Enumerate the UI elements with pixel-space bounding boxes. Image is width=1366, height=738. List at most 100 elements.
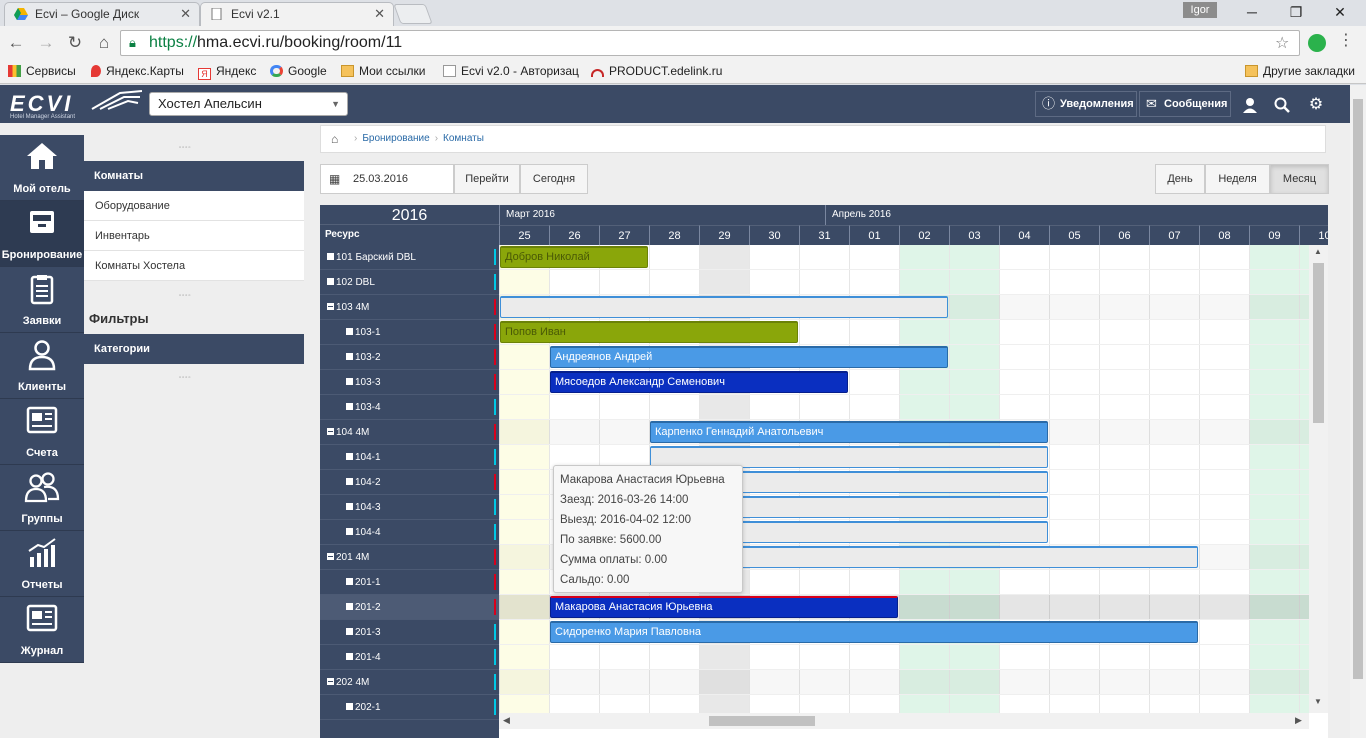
resource-row[interactable]: 103 4М bbox=[320, 295, 499, 320]
checkbox-icon[interactable] bbox=[346, 628, 353, 635]
booking-event[interactable]: Попов Иван bbox=[500, 321, 798, 343]
breadcrumb-rooms[interactable]: Комнаты bbox=[443, 133, 484, 144]
bookmark-other[interactable]: Другие закладки bbox=[1245, 60, 1355, 82]
horizontal-scrollbar-thumb[interactable] bbox=[709, 716, 815, 726]
collapse-icon[interactable] bbox=[327, 553, 334, 560]
checkbox-icon[interactable] bbox=[346, 453, 353, 460]
resource-row[interactable]: 104-1 bbox=[320, 445, 499, 470]
checkbox-icon[interactable] bbox=[346, 378, 353, 385]
user-icon[interactable] bbox=[1239, 94, 1261, 116]
month-view-button[interactable]: Месяц bbox=[1270, 164, 1329, 194]
forward-icon[interactable]: → bbox=[34, 32, 58, 54]
hotel-select[interactable]: Хостел Апельсин ▼ bbox=[149, 92, 348, 116]
resource-row[interactable]: 101 Барский DBL bbox=[320, 245, 499, 270]
checkbox-icon[interactable] bbox=[327, 278, 334, 285]
resource-row[interactable]: 201-3 bbox=[320, 620, 499, 645]
nav-booking[interactable]: Бронирование bbox=[0, 201, 84, 267]
scroll-right-icon[interactable]: ▶ bbox=[1295, 715, 1302, 726]
scroll-up-icon[interactable]: ▲ bbox=[1314, 247, 1322, 256]
drag-handle[interactable]: ▫▫▫▫ bbox=[179, 375, 209, 381]
resource-row[interactable]: 104 4М bbox=[320, 420, 499, 445]
sidebar-rooms-header[interactable]: Комнаты bbox=[84, 161, 304, 191]
address-bar[interactable]: 🔒︎ https://hma.ecvi.ru/booking/room/11 ☆ bbox=[120, 30, 1300, 56]
resource-row[interactable]: 201-1 bbox=[320, 570, 499, 595]
checkbox-icon[interactable] bbox=[346, 403, 353, 410]
checkbox-icon[interactable] bbox=[346, 353, 353, 360]
checkbox-icon[interactable] bbox=[346, 528, 353, 535]
week-view-button[interactable]: Неделя bbox=[1205, 164, 1270, 194]
checkbox-icon[interactable] bbox=[346, 703, 353, 710]
nav-invoices[interactable]: Счета bbox=[0, 399, 84, 465]
vertical-scrollbar-thumb[interactable] bbox=[1313, 263, 1324, 423]
profile-badge[interactable]: Igor bbox=[1183, 2, 1217, 18]
nav-my-hotel[interactable]: Мой отель bbox=[0, 135, 84, 201]
collapse-icon[interactable] bbox=[327, 428, 334, 435]
bookmark-my-links[interactable]: Мои ссылки bbox=[341, 60, 425, 82]
notifications-button[interactable]: ⓘ Уведомления bbox=[1035, 91, 1137, 117]
collapse-icon[interactable] bbox=[327, 678, 334, 685]
breadcrumb-booking[interactable]: Бронирование bbox=[362, 133, 429, 144]
sidebar-item-hostel-rooms[interactable]: Комнаты Хостела bbox=[84, 251, 304, 281]
star-icon[interactable]: ☆ bbox=[1275, 33, 1289, 53]
resource-row[interactable]: 103-2 bbox=[320, 345, 499, 370]
checkbox-icon[interactable] bbox=[346, 603, 353, 610]
scroll-down-icon[interactable]: ▼ bbox=[1314, 697, 1322, 706]
booking-event[interactable]: Сидоренко Мария Павловна bbox=[550, 621, 1198, 643]
resource-row[interactable]: 104-3 bbox=[320, 495, 499, 520]
menu-icon[interactable]: ⋮ bbox=[1338, 30, 1354, 50]
resource-row[interactable]: 103-4 bbox=[320, 395, 499, 420]
resource-row[interactable]: 201-2 bbox=[320, 595, 499, 620]
bookmark-ecvi-v2[interactable]: Ecvi v2.0 - Авторизац bbox=[443, 60, 579, 82]
checkbox-icon[interactable] bbox=[346, 328, 353, 335]
messages-button[interactable]: ✉ Сообщения bbox=[1139, 91, 1231, 117]
booking-event[interactable]: Макарова Анастасия Юрьевна bbox=[550, 596, 898, 618]
nav-requests[interactable]: Заявки bbox=[0, 267, 84, 333]
checkbox-icon[interactable] bbox=[346, 578, 353, 585]
gear-icon[interactable]: ⚙ bbox=[1305, 94, 1327, 116]
search-icon[interactable] bbox=[1271, 94, 1293, 116]
bookmark-yandex[interactable]: Я Яндекс bbox=[198, 60, 256, 82]
home-browser-icon[interactable]: ⌂ bbox=[92, 32, 116, 54]
day-view-button[interactable]: День bbox=[1155, 164, 1205, 194]
ecvi-logo[interactable]: ECVI Hotel Manager Assistant bbox=[10, 90, 142, 120]
bookmark-product-edelink[interactable]: PRODUCT.edelink.ru bbox=[591, 60, 722, 82]
booking-event[interactable]: Карпенко Геннадий Анатольевич bbox=[650, 421, 1048, 443]
new-tab-button[interactable] bbox=[393, 4, 433, 24]
extension-icon[interactable] bbox=[1308, 34, 1326, 52]
bookmark-google[interactable]: Google bbox=[270, 60, 327, 82]
sidebar-item-inventory[interactable]: Инвентарь bbox=[84, 221, 304, 251]
page-scrollbar-thumb[interactable] bbox=[1353, 99, 1363, 679]
resource-row[interactable]: 202-1 bbox=[320, 695, 499, 720]
bookmark-yandex-maps[interactable]: Яндекс.Карты bbox=[91, 60, 184, 82]
nav-reports[interactable]: Отчеты bbox=[0, 531, 84, 597]
nav-groups[interactable]: Группы bbox=[0, 465, 84, 531]
today-button[interactable]: Сегодня bbox=[520, 164, 588, 194]
browser-tab-gdrive[interactable]: Ecvi – Google Диск ✕ bbox=[4, 2, 200, 26]
sidebar-item-equipment[interactable]: Оборудование bbox=[84, 191, 304, 221]
booking-event[interactable]: Андреянов Андрей bbox=[550, 346, 948, 368]
nav-journal[interactable]: Журнал bbox=[0, 597, 84, 663]
close-tab-icon[interactable]: ✕ bbox=[180, 3, 191, 25]
drag-handle[interactable]: ▫▫▫▫ bbox=[179, 145, 209, 151]
sidebar-categories-header[interactable]: Категории bbox=[84, 334, 304, 364]
scheduler-vertical-scrollbar[interactable]: ▲ ▼ bbox=[1309, 245, 1328, 713]
scheduler-horizontal-scrollbar[interactable]: ◀ ▶ bbox=[499, 713, 1309, 729]
reload-icon[interactable]: ↻ bbox=[63, 32, 87, 54]
nav-clients[interactable]: Клиенты bbox=[0, 333, 84, 399]
booking-event[interactable]: Мясоедов Александр Семенович bbox=[550, 371, 848, 393]
restore-icon[interactable]: ❐ bbox=[1274, 0, 1318, 24]
resource-row[interactable]: 104-4 bbox=[320, 520, 499, 545]
resource-row[interactable]: 201 4М bbox=[320, 545, 499, 570]
checkbox-icon[interactable] bbox=[346, 478, 353, 485]
checkbox-icon[interactable] bbox=[327, 253, 334, 260]
resource-row[interactable]: 104-2 bbox=[320, 470, 499, 495]
drag-handle[interactable]: ▫▫▫▫ bbox=[179, 293, 209, 299]
resource-row[interactable]: 202 4М bbox=[320, 670, 499, 695]
bookmark-services[interactable]: Сервисы bbox=[8, 60, 76, 82]
calendar-icon[interactable]: ▦ bbox=[329, 165, 340, 193]
home-icon[interactable]: ⌂ bbox=[331, 126, 338, 152]
minimize-icon[interactable]: ─ bbox=[1230, 0, 1274, 24]
booking-event[interactable]: Добров Николай bbox=[500, 246, 648, 268]
resource-row[interactable]: 102 DBL bbox=[320, 270, 499, 295]
booking-event[interactable] bbox=[500, 296, 948, 318]
